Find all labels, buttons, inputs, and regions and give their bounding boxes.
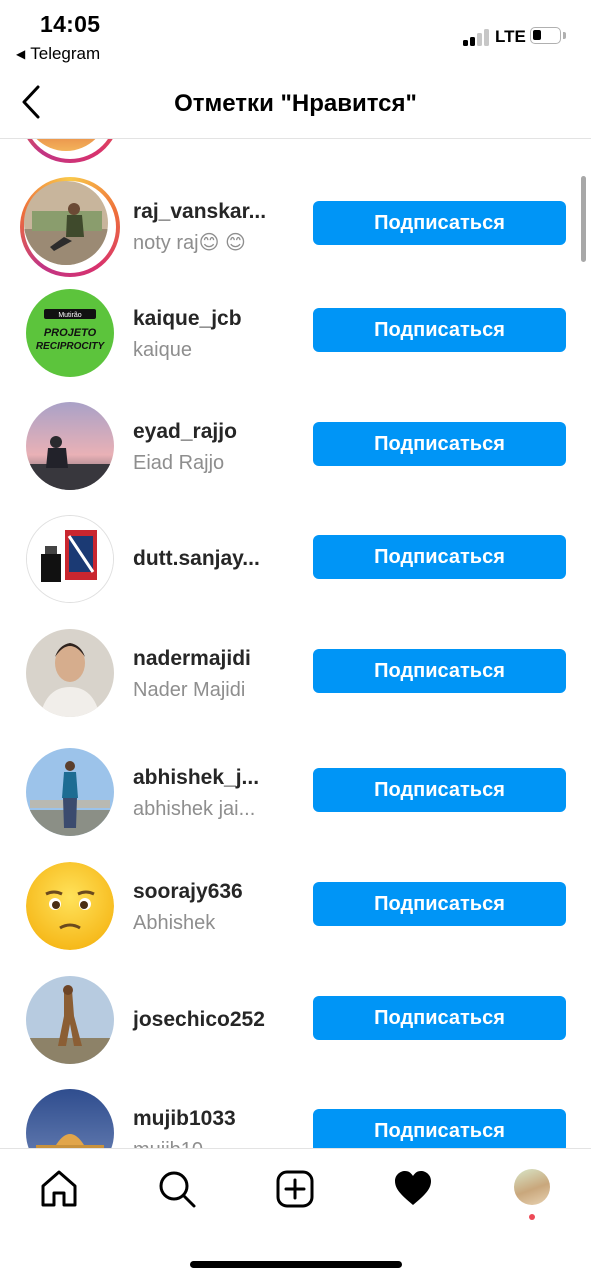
username[interactable]: raj_vanskar... [133, 200, 293, 224]
avatar-photo [26, 629, 114, 717]
list-item[interactable]: dutt.sanjay... Подписаться [0, 497, 591, 603]
avatar[interactable] [20, 856, 120, 956]
story-ring [20, 177, 120, 277]
follow-button[interactable]: Подписаться [313, 308, 566, 352]
notification-dot [529, 1214, 535, 1220]
user-info[interactable]: nadermajidi Nader Majidi [133, 647, 293, 702]
tab-bar [0, 1148, 591, 1281]
avatar[interactable] [20, 1083, 120, 1148]
new-post-icon [276, 1170, 314, 1208]
follow-button[interactable]: Подписаться [313, 1109, 566, 1148]
user-info[interactable]: eyad_rajjo Eiad Rajjo [133, 420, 293, 475]
user-info[interactable]: dutt.sanjay... [133, 547, 293, 571]
username[interactable]: mujib1033 [133, 1107, 293, 1131]
avatar-photo [26, 748, 114, 836]
follow-button[interactable]: Подписаться [313, 535, 566, 579]
avatar-photo [26, 1089, 114, 1148]
tab-home[interactable] [37, 1167, 81, 1211]
network-type: LTE [495, 27, 526, 46]
activity-heart-icon [395, 1171, 431, 1205]
list-item-partial[interactable] [0, 139, 591, 163]
back-to-app-link[interactable]: ◀ Telegram [16, 44, 100, 64]
avatar[interactable] [20, 970, 120, 1070]
emoji-avatar [26, 862, 114, 950]
page-title: Отметки "Нравится" [174, 90, 417, 117]
list-item[interactable]: soorajy636 Abhishek Подписаться [0, 844, 591, 950]
list-item[interactable]: Mutirão PROJETO RECIPROCITY kaique_jcb k… [0, 271, 591, 377]
avatar-photo [26, 976, 114, 1064]
avatar[interactable] [20, 139, 120, 163]
username[interactable]: josechico252 [133, 1008, 293, 1032]
avatar[interactable] [20, 396, 120, 496]
status-time: 14:05 [40, 11, 101, 37]
user-info[interactable]: raj_vanskar... noty raj😊 😊 [133, 200, 293, 255]
avatar[interactable] [20, 509, 120, 609]
follow-button[interactable]: Подписаться [313, 649, 566, 693]
user-info[interactable]: abhishek_j... abhishek jai... [133, 766, 293, 821]
likers-list[interactable]: raj_vanskar... noty raj😊 😊 Подписаться M… [0, 139, 591, 1148]
tab-new-post[interactable] [273, 1167, 317, 1211]
fullname: kaique [133, 339, 192, 361]
avatar-photo [26, 402, 114, 490]
avatar-photo: Mutirão PROJETO RECIPROCITY [26, 289, 114, 377]
list-item[interactable]: eyad_rajjo Eiad Rajjo Подписаться [0, 384, 591, 490]
username[interactable]: dutt.sanjay... [133, 547, 293, 571]
fullname: Abhishek [133, 912, 216, 934]
home-icon [41, 1170, 77, 1207]
back-app-label: Telegram [30, 44, 101, 63]
avatar[interactable] [20, 623, 120, 723]
user-info[interactable]: kaique_jcb kaique [133, 307, 293, 362]
tab-profile-avatar[interactable] [514, 1169, 550, 1205]
search-icon [159, 1171, 196, 1208]
scrollbar[interactable] [581, 176, 586, 262]
svg-text:PROJETO: PROJETO [44, 327, 97, 339]
avatar-logo-text-top: Mutirão [58, 312, 81, 319]
fullname: mujib10 [133, 1139, 293, 1148]
fullname: Nader Majidi [133, 679, 246, 701]
user-info[interactable]: josechico252 [133, 1008, 293, 1032]
battery-icon [530, 27, 561, 44]
username[interactable]: abhishek_j... [133, 766, 293, 790]
tab-activity[interactable] [391, 1167, 435, 1211]
follow-button[interactable]: Подписаться [313, 882, 566, 926]
svg-text:RECIPROCITY: RECIPROCITY [36, 341, 106, 352]
follow-button[interactable]: Подписаться [313, 201, 566, 245]
avatar[interactable]: Mutirão PROJETO RECIPROCITY [20, 283, 120, 383]
follow-button[interactable]: Подписаться [313, 422, 566, 466]
list-item[interactable]: mujib1033 mujib10 Подписаться [0, 1071, 591, 1148]
fullname: noty raj😊 😊 [133, 232, 246, 254]
status-bar: 14:05 ◀ Telegram LTE [0, 0, 591, 72]
follow-button[interactable]: Подписаться [313, 768, 566, 812]
user-info[interactable]: mujib1033 mujib10 [133, 1107, 293, 1148]
home-indicator[interactable] [190, 1261, 402, 1268]
user-info[interactable]: soorajy636 Abhishek [133, 880, 293, 935]
username[interactable]: nadermajidi [133, 647, 293, 671]
avatar[interactable] [20, 742, 120, 842]
list-item[interactable]: josechico252 Подписаться [0, 958, 591, 1064]
fullname: abhishek jai... [133, 798, 256, 820]
battery-cap [563, 32, 566, 39]
username[interactable]: soorajy636 [133, 880, 293, 904]
header: Отметки "Нравится" [0, 72, 591, 139]
username[interactable]: eyad_rajjo [133, 420, 293, 444]
avatar[interactable] [20, 177, 120, 277]
fullname: Eiad Rajjo [133, 452, 225, 474]
avatar-photo [24, 181, 108, 265]
tab-search[interactable] [155, 1167, 199, 1211]
username[interactable]: kaique_jcb [133, 307, 293, 331]
list-item[interactable]: nadermajidi Nader Majidi Подписаться [0, 611, 591, 717]
list-item[interactable]: raj_vanskar... noty raj😊 😊 Подписаться [0, 177, 591, 277]
follow-button[interactable]: Подписаться [313, 996, 566, 1040]
back-triangle-icon: ◀ [16, 47, 26, 61]
list-item[interactable]: abhishek_j... abhishek jai... Подписатьс… [0, 730, 591, 836]
avatar-photo [26, 515, 114, 603]
signal-icon [463, 28, 491, 46]
